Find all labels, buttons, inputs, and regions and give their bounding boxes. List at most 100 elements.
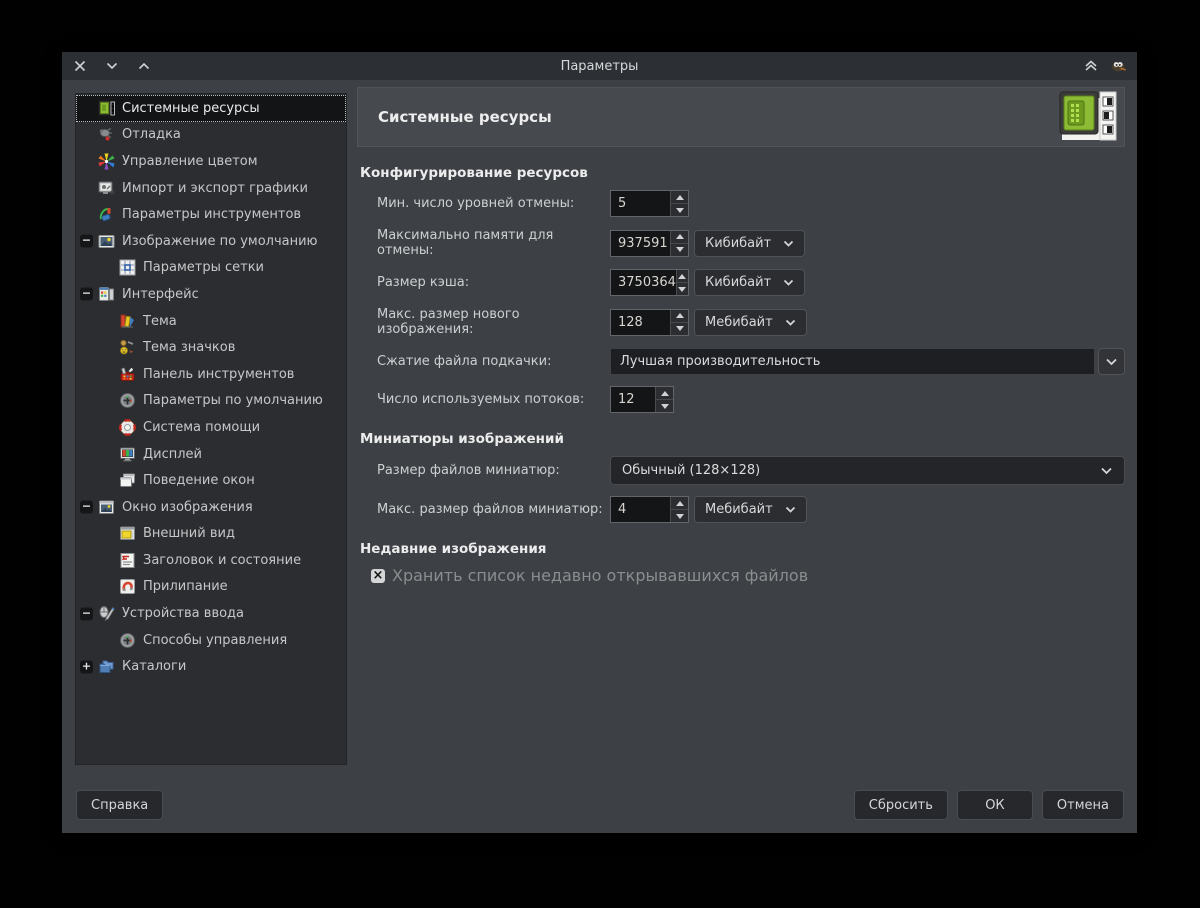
theme-icon (118, 312, 136, 330)
combo-value: Обычный (128×128) (622, 463, 761, 478)
maximize-icon[interactable] (136, 58, 152, 74)
unmaximize-icon[interactable] (104, 58, 120, 74)
sidebar-item-label: Способы управления (143, 632, 288, 648)
spin-down-icon[interactable] (676, 282, 688, 295)
reset-button[interactable]: Сбросить (853, 790, 948, 820)
spin-value[interactable]: 128 (611, 310, 670, 335)
checkbox-label: Хранить список недавно открывавшихся фай… (392, 566, 809, 585)
sidebar-item-label: Системные ресурсы (122, 100, 260, 116)
sidebar-item-input-controllers[interactable]: Способы управления (76, 627, 346, 654)
spin-down-icon[interactable] (656, 399, 673, 412)
spin-up-icon[interactable] (671, 230, 688, 243)
sidebar-item-default-image[interactable]: − Изображение по умолчанию (76, 228, 346, 255)
unit-label: Кибибайт (705, 275, 772, 290)
collapse-icon[interactable]: − (80, 287, 93, 301)
sidebar-item-system-resources[interactable]: Системные ресурсы (76, 95, 346, 122)
sidebar-item-interface[interactable]: − Интерфейс (76, 281, 346, 308)
chevron-down-icon (1100, 467, 1113, 475)
spin-up-icon[interactable] (671, 191, 688, 203)
spin-value[interactable]: 4 (611, 497, 670, 522)
window-management-icon (118, 472, 136, 490)
collapse-icon[interactable]: − (80, 607, 93, 621)
spin-up-icon[interactable] (656, 387, 673, 399)
titlebar: Параметры (62, 52, 1137, 80)
chevron-down-icon (783, 240, 794, 247)
spin-up-icon[interactable] (676, 270, 688, 282)
swap-compression-dropdown-button[interactable] (1098, 348, 1125, 375)
section-image-thumbnails: Миниатюры изображений (360, 431, 564, 447)
sidebar-item-label: Изображение по умолчанию (122, 233, 318, 249)
spin-down-icon[interactable] (671, 321, 688, 335)
spin-down-icon[interactable] (671, 242, 688, 256)
field-cache-size: Размер кэша: 3750364 Кибибайт (377, 269, 1125, 296)
sidebar-item-label: Тема значков (143, 340, 236, 356)
max-undo-memory-unit-dropdown[interactable]: Кибибайт (694, 229, 806, 257)
spin-up-icon[interactable] (671, 497, 688, 509)
combo-value: Лучшая производительность (620, 354, 821, 369)
sidebar-item-folders[interactable]: + Каталоги (76, 653, 346, 680)
sidebar-item-label: Устройства ввода (122, 606, 245, 622)
sidebar-item-display[interactable]: Дисплей (76, 441, 346, 468)
icon-theme-icon (118, 339, 136, 357)
cancel-button[interactable]: Отмена (1041, 790, 1124, 820)
sidebar-item-theme[interactable]: Тема (76, 308, 346, 335)
cache-size-unit-dropdown[interactable]: Кибибайт (694, 269, 806, 296)
spin-value[interactable]: 12 (611, 387, 655, 412)
ok-button[interactable]: ОК (956, 790, 1033, 820)
spin-up-icon[interactable] (671, 309, 688, 322)
shade-icon[interactable] (1083, 58, 1099, 74)
num-threads-spinbutton[interactable]: 12 (610, 386, 674, 413)
debug-icon (97, 126, 115, 144)
section-resource-configuration: Конфигурирование ресурсов (360, 165, 588, 181)
thumbnail-max-filesize-spinbutton[interactable]: 4 (610, 496, 689, 523)
sidebar-item-icon-theme[interactable]: Тема значков (76, 334, 346, 361)
spin-down-icon[interactable] (671, 509, 688, 522)
sidebar-item-default-grid[interactable]: Параметры сетки (76, 255, 346, 282)
interface-icon (97, 285, 115, 303)
sidebar-item-snapping[interactable]: Прилипание (76, 574, 346, 601)
sidebar-item-color-management[interactable]: Управление цветом (76, 148, 346, 175)
sidebar-item-appearance[interactable]: Внешний вид (76, 521, 346, 548)
sidebar-item-toolbox[interactable]: Панель инструментов (76, 361, 346, 388)
thumbnail-max-filesize-unit-dropdown[interactable]: Мебибайт (694, 496, 807, 523)
grid-icon (118, 259, 136, 277)
max-undo-memory-spinbutton[interactable]: 937591 (610, 229, 689, 257)
sidebar-item-tool-options[interactable]: Параметры инструментов (76, 201, 346, 228)
collapse-icon[interactable]: − (80, 500, 93, 514)
spin-value[interactable]: 5 (611, 191, 670, 216)
max-new-image-spinbutton[interactable]: 128 (610, 308, 689, 336)
appearance-icon (118, 525, 136, 543)
field-label: Макс. размер нового изображения: (377, 307, 520, 337)
field-swap-compression: Сжатие файла подкачки: Лучшая производит… (377, 348, 1125, 375)
default-image-icon (97, 232, 115, 250)
spin-value[interactable]: 937591 (611, 231, 670, 256)
spin-value[interactable]: 3750364 (611, 270, 676, 295)
field-min-undo-levels: Мин. число уровней отмены: 5 (377, 190, 1125, 217)
help-button[interactable]: Справка (76, 790, 164, 820)
max-new-image-unit-dropdown[interactable]: Мебибайт (694, 308, 807, 336)
spin-down-icon[interactable] (671, 203, 688, 216)
sidebar-item-label: Заголовок и состояние (143, 552, 302, 568)
expand-icon[interactable]: + (80, 660, 93, 674)
thumbnail-size-dropdown[interactable]: Обычный (128×128) (610, 456, 1125, 485)
sidebar-item-image-import-export[interactable]: Импорт и экспорт графики (76, 175, 346, 202)
sidebar-item-window-management[interactable]: Поведение окон (76, 467, 346, 494)
collapse-icon[interactable]: − (80, 234, 93, 248)
field-label: Сжатие файла подкачки: (377, 354, 552, 369)
sidebar-item-debugging[interactable]: Отладка (76, 122, 346, 149)
sidebar-item-title-status[interactable]: Заголовок и состояние (76, 547, 346, 574)
sidebar-item-image-window[interactable]: − Окно изображения (76, 494, 346, 521)
swap-compression-combobox[interactable]: Лучшая производительность (610, 348, 1095, 375)
sidebar-item-label: Параметры инструментов (122, 207, 302, 223)
cache-size-spinbutton[interactable]: 3750364 (610, 269, 689, 296)
sidebar-item-help-system[interactable]: Система помощи (76, 414, 346, 441)
min-undo-spinbutton[interactable]: 5 (610, 190, 689, 217)
keep-recent-checkbox[interactable] (371, 568, 385, 583)
close-icon[interactable] (72, 58, 88, 74)
tool-options-icon (97, 206, 115, 224)
sidebar-item-input-devices[interactable]: − Устройства ввода (76, 600, 346, 627)
preferences-dialog: Параметры Системные ресурсы Отладка Управл… (62, 52, 1137, 833)
sidebar-item-dialog-defaults[interactable]: Параметры по умолчанию (76, 388, 346, 415)
sidebar-item-label: Окно изображения (122, 499, 253, 515)
chevron-down-icon (1105, 358, 1118, 366)
